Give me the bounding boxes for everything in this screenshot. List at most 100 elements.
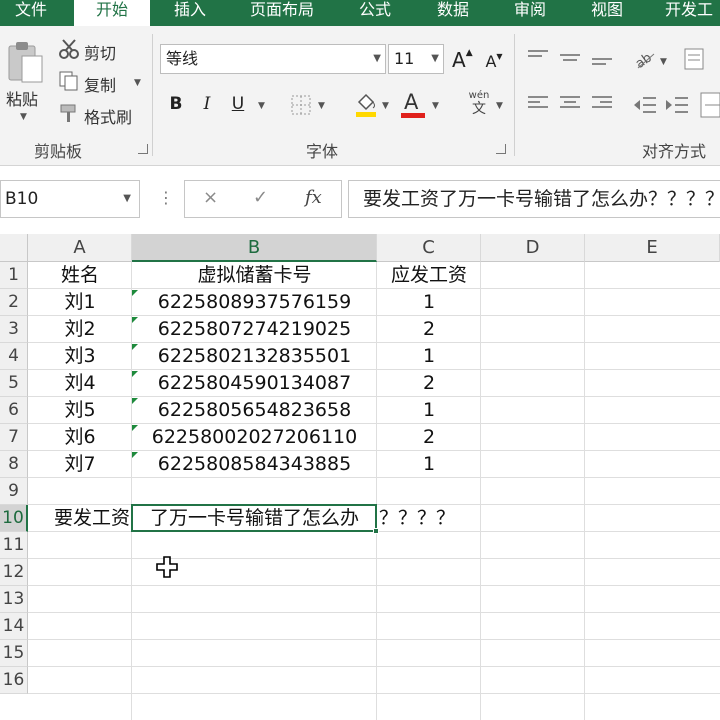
cell-a6[interactable]: 刘5 xyxy=(28,397,132,424)
underline-dropdown-icon[interactable]: ▼ xyxy=(258,101,265,111)
cell-b3[interactable]: 6225807274219025 xyxy=(132,316,377,343)
orientation-dropdown-icon[interactable]: ▼ xyxy=(660,57,667,67)
decrease-indent-icon[interactable] xyxy=(632,94,658,116)
shrink-font-button[interactable]: A▼ xyxy=(484,52,504,71)
row-header-8[interactable]: 8 xyxy=(0,451,28,478)
tab-view[interactable]: 视图 xyxy=(576,0,638,26)
copy-dropdown-icon[interactable]: ▼ xyxy=(134,78,141,88)
scissors-icon[interactable] xyxy=(58,38,80,60)
format-painter-icon[interactable] xyxy=(58,102,80,124)
select-all-button[interactable] xyxy=(0,234,28,262)
cell-a1[interactable]: 姓名 xyxy=(28,262,132,289)
worksheet-grid[interactable]: ABCDE 1 2 3 4 5 6 7 8 9 10 11 12 13 14 15 16 姓名 虚拟储蓄卡号 应发… xyxy=(0,234,720,720)
tab-home[interactable]: 开始 xyxy=(74,0,150,28)
font-color-button[interactable]: A xyxy=(400,90,426,118)
orientation-icon[interactable]: ab xyxy=(632,46,658,72)
tab-insert[interactable]: 插入 xyxy=(160,0,220,26)
top-align-icon[interactable] xyxy=(528,50,548,64)
row-header-1[interactable]: 1 xyxy=(0,262,28,289)
cell-a7[interactable]: 刘6 xyxy=(28,424,132,451)
grow-font-button[interactable]: A▲ xyxy=(452,48,473,72)
wrap-text-icon[interactable] xyxy=(684,48,704,70)
row-header-13[interactable]: 13 xyxy=(0,586,28,613)
cell-b1[interactable]: 虚拟储蓄卡号 xyxy=(132,262,377,289)
font-name-select[interactable]: 等线 ▼ xyxy=(160,44,386,74)
cell-c1[interactable]: 应发工资 xyxy=(377,262,481,289)
increase-indent-icon[interactable] xyxy=(664,94,690,116)
column-header-d[interactable]: D xyxy=(481,234,585,262)
cell-b7[interactable]: 62258002027206110 xyxy=(132,424,377,451)
tab-review[interactable]: 审阅 xyxy=(500,0,560,26)
cell-b6[interactable]: 6225805654823658 xyxy=(132,397,377,424)
row-header-2[interactable]: 2 xyxy=(0,289,28,316)
borders-dropdown-icon[interactable]: ▼ xyxy=(318,101,325,111)
underline-button[interactable]: U xyxy=(228,94,248,114)
cell-a10[interactable]: 要发工资 xyxy=(28,505,132,532)
column-header-c[interactable]: C xyxy=(377,234,481,262)
copy-icon[interactable] xyxy=(58,70,80,92)
fill-color-dropdown-icon[interactable]: ▼ xyxy=(382,101,389,111)
cell-b8[interactable]: 6225808584343885 xyxy=(132,451,377,478)
cell-a2[interactable]: 刘1 xyxy=(28,289,132,316)
name-box[interactable]: B10 ▼ xyxy=(0,180,140,218)
row-header-9[interactable]: 9 xyxy=(0,478,28,505)
row-header-14[interactable]: 14 xyxy=(0,613,28,640)
cell-c6[interactable]: 1 xyxy=(377,397,481,424)
row-header-4[interactable]: 4 xyxy=(0,343,28,370)
cancel-icon[interactable]: × xyxy=(203,187,218,208)
row-header-15[interactable]: 15 xyxy=(0,640,28,667)
insert-function-icon[interactable]: fx xyxy=(305,187,322,208)
font-color-dropdown-icon[interactable]: ▼ xyxy=(432,101,439,111)
column-header-a[interactable]: A xyxy=(28,234,132,262)
row-header-5[interactable]: 5 xyxy=(0,370,28,397)
row-header-7[interactable]: 7 xyxy=(0,424,28,451)
align-right-icon[interactable] xyxy=(592,96,612,110)
column-header-b[interactable]: B xyxy=(132,234,377,262)
cell-a3[interactable]: 刘2 xyxy=(28,316,132,343)
enter-icon[interactable]: ✓ xyxy=(253,187,268,208)
bold-button[interactable]: B xyxy=(166,94,186,114)
cell-c5[interactable]: 2 xyxy=(377,370,481,397)
borders-icon[interactable] xyxy=(290,94,312,116)
cell-c4[interactable]: 1 xyxy=(377,343,481,370)
tab-developer[interactable]: 开发工 xyxy=(658,0,720,26)
cell-b2[interactable]: 6225808937576159 xyxy=(132,289,377,316)
tab-page-layout[interactable]: 页面布局 xyxy=(238,0,326,26)
row-header-6[interactable]: 6 xyxy=(0,397,28,424)
cell-c7[interactable]: 2 xyxy=(377,424,481,451)
row-header-16[interactable]: 16 xyxy=(0,667,28,694)
italic-button[interactable]: I xyxy=(198,94,216,114)
paste-dropdown-icon[interactable]: ▼ xyxy=(20,112,27,122)
row-header-12[interactable]: 12 xyxy=(0,559,28,586)
cell-c8[interactable]: 1 xyxy=(377,451,481,478)
row-header-10[interactable]: 10 xyxy=(0,505,28,532)
clipboard-launcher-icon[interactable] xyxy=(138,144,148,154)
phonetic-guide-button[interactable]: wén 文 xyxy=(462,90,496,120)
cell-c2[interactable]: 1 xyxy=(377,289,481,316)
tab-data[interactable]: 数据 xyxy=(420,0,486,26)
tab-formulas[interactable]: 公式 xyxy=(344,0,406,26)
row-header-3[interactable]: 3 xyxy=(0,316,28,343)
bottom-align-icon[interactable] xyxy=(592,58,612,72)
more-options-icon[interactable]: ⋮ xyxy=(158,188,174,207)
row-header-11[interactable]: 11 xyxy=(0,532,28,559)
fill-handle[interactable] xyxy=(373,528,379,534)
cut-button[interactable]: 剪切 xyxy=(84,40,116,64)
font-size-select[interactable]: 11 ▼ xyxy=(388,44,444,74)
merge-center-icon[interactable] xyxy=(700,92,720,118)
cell-a8[interactable]: 刘7 xyxy=(28,451,132,478)
column-header-e[interactable]: E xyxy=(585,234,720,262)
cell-a4[interactable]: 刘3 xyxy=(28,343,132,370)
fill-color-icon[interactable] xyxy=(354,90,378,118)
tab-file[interactable]: 文件 xyxy=(0,0,62,26)
middle-align-icon[interactable] xyxy=(560,54,580,68)
phonetic-dropdown-icon[interactable]: ▼ xyxy=(496,101,503,111)
font-launcher-icon[interactable] xyxy=(496,144,506,154)
align-center-icon[interactable] xyxy=(560,96,580,110)
cell-c3[interactable]: 2 xyxy=(377,316,481,343)
align-left-icon[interactable] xyxy=(528,96,548,110)
paste-button[interactable] xyxy=(6,40,44,86)
formula-input[interactable]: 要发工资了万一卡号输错了怎么办？？？？？ xyxy=(348,180,720,218)
format-painter-button[interactable]: 格式刷 xyxy=(84,104,132,128)
copy-button[interactable]: 复制 xyxy=(84,72,116,96)
